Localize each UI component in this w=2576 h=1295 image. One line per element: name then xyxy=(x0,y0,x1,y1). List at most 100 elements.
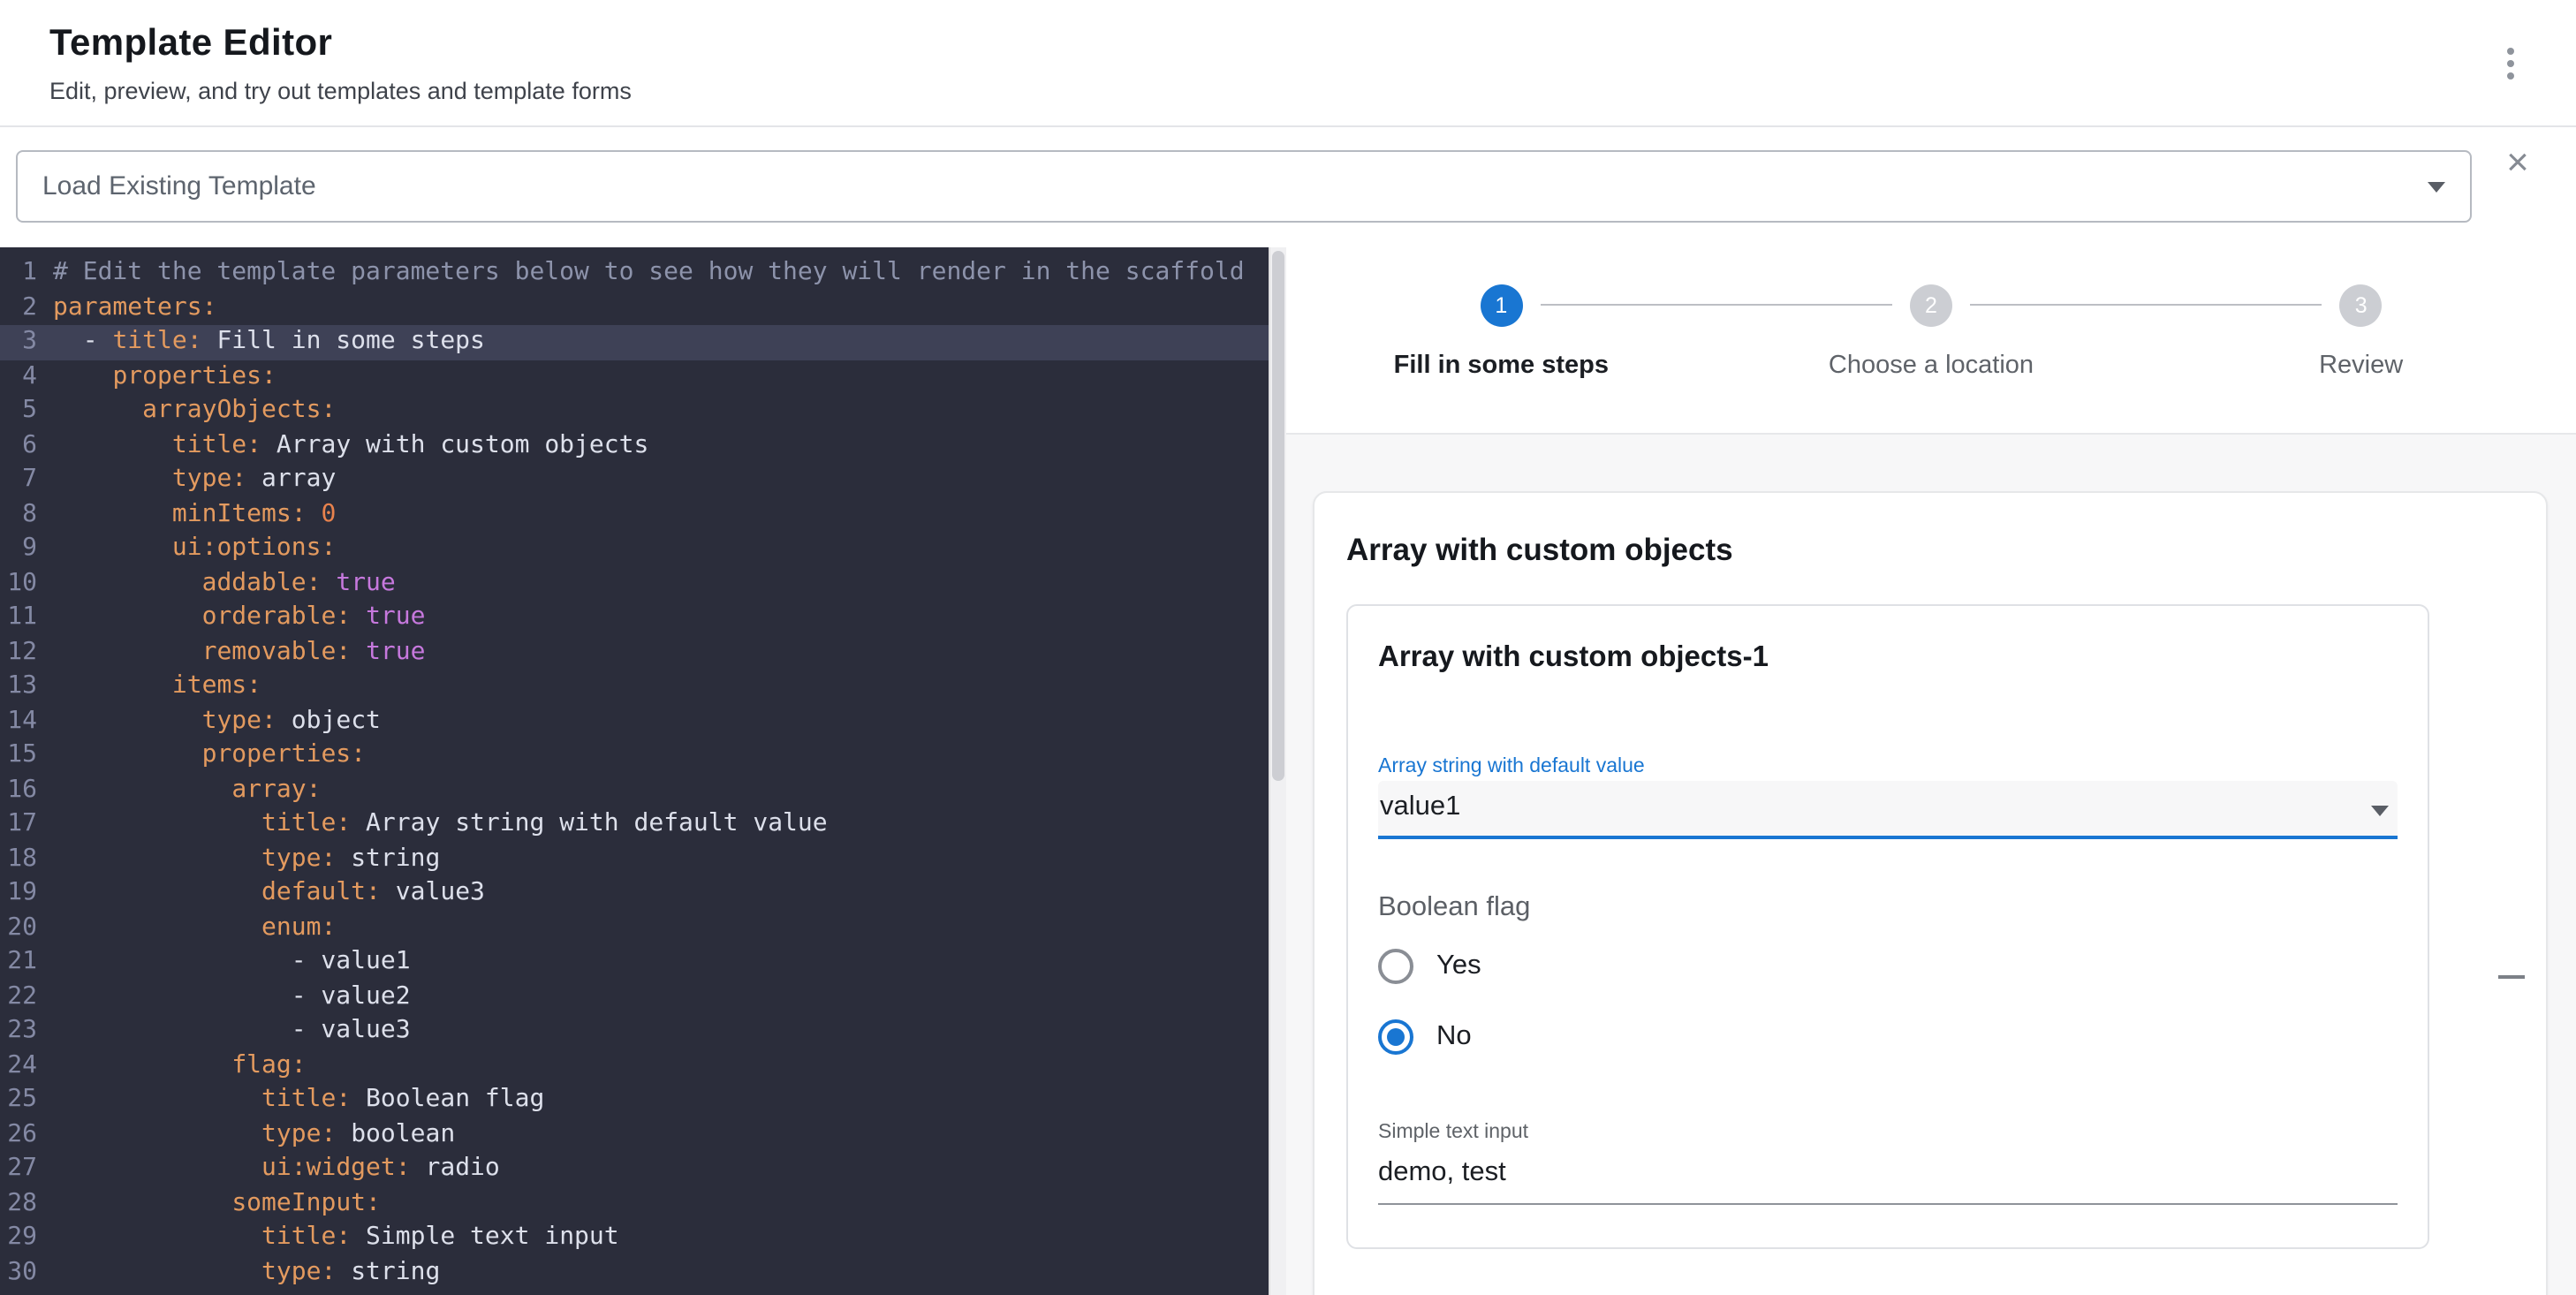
code-line[interactable]: 29 title: Simple text input xyxy=(0,1221,1269,1255)
line-number: 16 xyxy=(0,773,53,807)
code-text: - value2 xyxy=(53,980,411,1014)
line-number: 9 xyxy=(0,532,53,566)
code-line[interactable]: 10 addable: true xyxy=(0,566,1269,601)
line-number: 3 xyxy=(0,325,53,360)
code-text: type: object xyxy=(53,704,381,738)
code-line[interactable]: 22 - value2 xyxy=(0,980,1269,1014)
dropdown-arrow-icon xyxy=(2371,806,2389,816)
line-number: 5 xyxy=(0,394,53,428)
remove-item-button[interactable] xyxy=(2486,952,2535,1002)
line-number: 11 xyxy=(0,601,53,635)
code-line[interactable]: 1# Edit the template parameters below to… xyxy=(0,256,1269,291)
load-template-select-label: Load Existing Template xyxy=(42,171,316,201)
radio-option-label: Yes xyxy=(1436,950,1481,982)
code-line[interactable]: 15 properties: xyxy=(0,738,1269,773)
header: Template Editor Edit, preview, and try o… xyxy=(0,0,2576,127)
code-line[interactable]: 12 removable: true xyxy=(0,635,1269,670)
code-line[interactable]: 27 ui:widget: radio xyxy=(0,1152,1269,1186)
code-line[interactable]: 16 array: xyxy=(0,773,1269,807)
code-text: # Edit the template parameters below to … xyxy=(53,256,1245,291)
line-number: 8 xyxy=(0,497,53,532)
step-label-2: Choose a location xyxy=(1716,352,2147,380)
preview-panel: 1 2 3 Fill in some steps Choose a locati… xyxy=(1286,247,2576,1295)
more-options-button[interactable] xyxy=(2488,39,2534,88)
code-text: flag: xyxy=(53,1049,307,1083)
line-number: 15 xyxy=(0,738,53,773)
code-line[interactable]: 7 type: array xyxy=(0,463,1269,497)
step-label-1: Fill in some steps xyxy=(1286,352,1716,380)
code-line[interactable]: 23 - value3 xyxy=(0,1014,1269,1049)
code-line[interactable]: 26 type: boolean xyxy=(0,1117,1269,1152)
code-line[interactable]: 24 flag: xyxy=(0,1049,1269,1083)
code-line[interactable]: 28 someInput: xyxy=(0,1186,1269,1221)
step-indicator-1: 1 xyxy=(1480,284,1522,327)
radio-option-label: No xyxy=(1436,1021,1472,1053)
line-number: 13 xyxy=(0,670,53,704)
code-text: ui:widget: radio xyxy=(53,1152,500,1186)
code-line[interactable]: 14 type: object xyxy=(0,704,1269,738)
step-connector xyxy=(1540,304,1892,306)
load-template-select[interactable]: Load Existing Template xyxy=(16,150,2472,223)
code-line[interactable]: 19 default: value3 xyxy=(0,876,1269,911)
pane-resize-handle[interactable] xyxy=(1269,247,1286,1295)
code-text: properties: xyxy=(53,738,366,773)
code-text: title: Array string with default value xyxy=(53,807,828,842)
array-string-select[interactable]: value1 xyxy=(1378,781,2398,839)
code-text: type: boolean xyxy=(53,1117,455,1152)
code-line[interactable]: 25 title: Boolean flag xyxy=(0,1083,1269,1117)
template-editor-app: Template Editor Edit, preview, and try o… xyxy=(0,0,2576,1295)
code-line[interactable]: 6 title: Array with custom objects xyxy=(0,428,1269,463)
code-line[interactable]: 30 type: string xyxy=(0,1255,1269,1290)
code-line[interactable]: 21 - value1 xyxy=(0,945,1269,980)
line-number: 4 xyxy=(0,360,53,394)
array-item-title: Array with custom objects-1 xyxy=(1378,641,2398,675)
code-line[interactable]: 13 items: xyxy=(0,670,1269,704)
radio-unselected-icon xyxy=(1378,949,1413,984)
radio-option-yes[interactable]: Yes xyxy=(1378,945,2398,988)
code-text: type: string xyxy=(53,1255,440,1290)
select-field-value: value1 xyxy=(1380,791,1460,822)
code-line[interactable]: 4 properties: xyxy=(0,360,1269,394)
code-line[interactable]: 18 type: string xyxy=(0,842,1269,876)
code-text: - value1 xyxy=(53,945,411,980)
line-number: 12 xyxy=(0,635,53,670)
editor-scrollbar-thumb[interactable] xyxy=(1272,251,1284,781)
line-number: 29 xyxy=(0,1221,53,1255)
code-text: orderable: true xyxy=(53,601,426,635)
page-subtitle: Edit, preview, and try out templates and… xyxy=(49,78,2527,104)
code-line[interactable]: 3 - title: Fill in some steps xyxy=(0,325,1269,360)
yaml-code-editor[interactable]: 1# Edit the template parameters below to… xyxy=(0,247,1269,1295)
code-text: properties: xyxy=(53,360,277,394)
dropdown-arrow-icon xyxy=(2428,181,2445,192)
line-number: 30 xyxy=(0,1255,53,1290)
step-indicator-3: 3 xyxy=(2340,284,2383,327)
code-text: addable: true xyxy=(53,566,396,601)
form-section-title: Array with custom objects xyxy=(1346,532,2514,569)
line-number: 21 xyxy=(0,945,53,980)
code-text: title: Array with custom objects xyxy=(53,428,648,463)
line-number: 6 xyxy=(0,428,53,463)
array-item-card: Array with custom objects-1 Array string… xyxy=(1346,604,2429,1249)
line-number: 19 xyxy=(0,876,53,911)
code-line[interactable]: 11 orderable: true xyxy=(0,601,1269,635)
loader-row: Load Existing Template × xyxy=(0,127,2576,247)
code-line[interactable]: 5 arrayObjects: xyxy=(0,394,1269,428)
line-number: 2 xyxy=(0,291,53,325)
code-text: array: xyxy=(53,773,321,807)
code-line[interactable]: 20 enum: xyxy=(0,911,1269,945)
clear-template-button[interactable]: × xyxy=(2495,140,2541,186)
code-line[interactable]: 2parameters: xyxy=(0,291,1269,325)
code-text: items: xyxy=(53,670,261,704)
code-line[interactable]: 9 ui:options: xyxy=(0,532,1269,566)
code-text: enum: xyxy=(53,911,336,945)
radio-selected-icon xyxy=(1378,1019,1413,1055)
simple-text-input[interactable]: demo, test xyxy=(1378,1157,2398,1205)
close-icon: × xyxy=(2506,140,2529,184)
code-text: arrayObjects: xyxy=(53,394,336,428)
radio-option-no[interactable]: No xyxy=(1378,1016,2398,1058)
code-text: type: array xyxy=(53,463,336,497)
line-number: 1 xyxy=(0,256,53,291)
line-number: 27 xyxy=(0,1152,53,1186)
code-line[interactable]: 17 title: Array string with default valu… xyxy=(0,807,1269,842)
code-line[interactable]: 8 minItems: 0 xyxy=(0,497,1269,532)
